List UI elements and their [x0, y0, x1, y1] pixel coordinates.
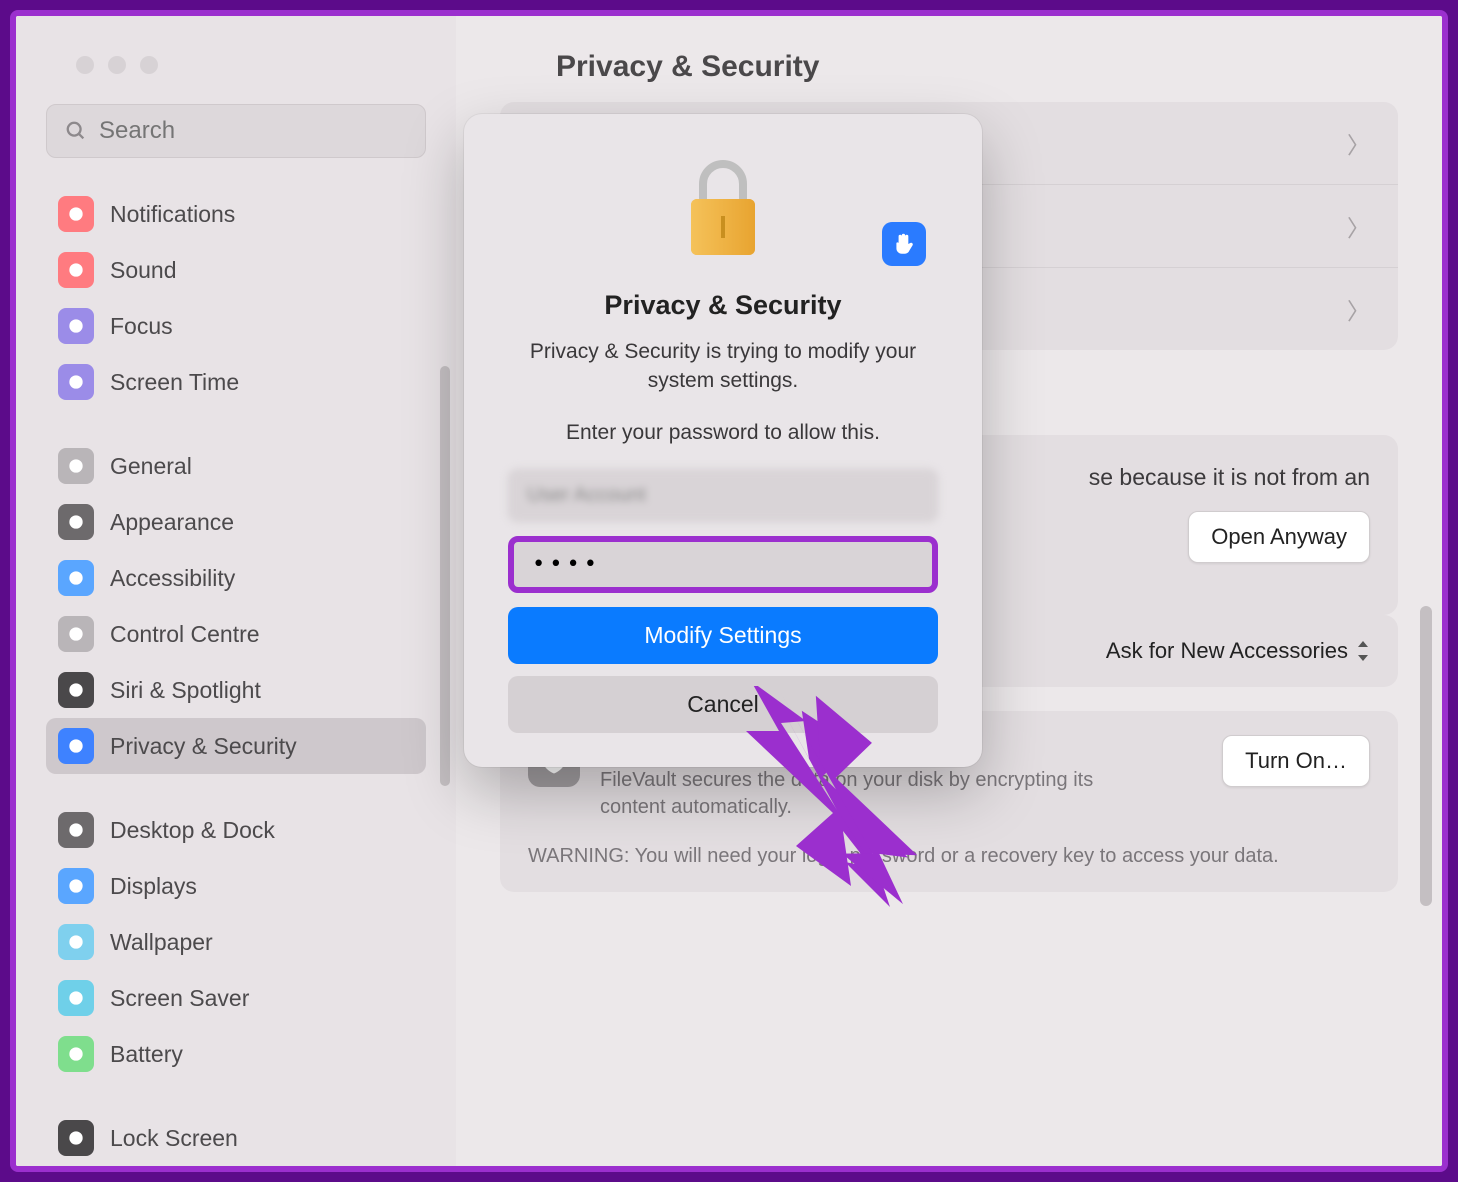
main-scrollbar[interactable]	[1420, 606, 1432, 906]
dock-icon	[58, 812, 94, 848]
lockscreen-icon	[58, 1120, 94, 1156]
flower-icon	[58, 924, 94, 960]
lock-icon	[508, 154, 938, 264]
search-input[interactable]	[99, 117, 407, 145]
filevault-warning: WARNING: You will need your login passwo…	[528, 845, 1370, 868]
modal-prompt: Enter your password to allow this.	[508, 418, 938, 447]
sidebar-item-label: Wallpaper	[110, 929, 213, 956]
chevron-right-icon: 〉	[1347, 126, 1370, 160]
sidebar-item-label: Privacy & Security	[110, 733, 297, 760]
open-anyway-button[interactable]: Open Anyway	[1188, 511, 1370, 563]
auth-modal: Privacy & Security Privacy & Security is…	[464, 114, 982, 767]
sidebar: Notifications Sound Focus Screen Time Genera…	[16, 16, 456, 1166]
sidebar-item-control-centre[interactable]: Control Centre	[46, 606, 426, 662]
sidebar-item-label: Lock Screen	[110, 1125, 238, 1152]
cancel-button[interactable]: Cancel	[508, 676, 938, 733]
sidebar-item-label: Desktop & Dock	[110, 817, 275, 844]
sidebar-item-label: Control Centre	[110, 621, 260, 648]
sidebar-item-accessibility[interactable]: Accessibility	[46, 550, 426, 606]
zoom-window-button[interactable]	[140, 56, 158, 74]
sidebar-item-displays[interactable]: Displays	[46, 858, 426, 914]
sidebar-item-label: Appearance	[110, 509, 234, 536]
moon-icon	[58, 308, 94, 344]
sidebar-item-screen-time[interactable]: Screen Time	[46, 354, 426, 410]
close-window-button[interactable]	[76, 56, 94, 74]
sidebar-item-label: Focus	[110, 313, 173, 340]
sidebar-item-label: General	[110, 453, 192, 480]
modal-message: Privacy & Security is trying to modify y…	[508, 337, 938, 396]
sidebar-item-label: Accessibility	[110, 565, 235, 592]
battery-icon	[58, 1036, 94, 1072]
sidebar-item-battery[interactable]: Battery	[46, 1026, 426, 1082]
sidebar-item-appearance[interactable]: Appearance	[46, 494, 426, 550]
hand-icon	[58, 728, 94, 764]
sidebar-item-label: Screen Saver	[110, 985, 249, 1012]
password-field[interactable]: ••••	[508, 536, 938, 593]
search-icon	[65, 120, 87, 142]
sidebar-scrollbar[interactable]	[440, 366, 450, 786]
speaker-icon	[58, 252, 94, 288]
screensaver-icon	[58, 980, 94, 1016]
appearance-icon	[58, 504, 94, 540]
gear-icon	[58, 448, 94, 484]
sidebar-item-label: Battery	[110, 1041, 183, 1068]
hand-badge-icon	[882, 222, 926, 266]
accessories-select[interactable]: Ask for New Accessories	[1106, 638, 1370, 664]
sidebar-item-screen-saver[interactable]: Screen Saver	[46, 970, 426, 1026]
siri-icon	[58, 672, 94, 708]
brightness-icon	[58, 868, 94, 904]
sidebar-item-label: Sound	[110, 257, 177, 284]
page-title: Privacy & Security	[556, 50, 1392, 84]
sidebar-item-label: Screen Time	[110, 369, 239, 396]
modal-title: Privacy & Security	[508, 290, 938, 321]
switches-icon	[58, 616, 94, 652]
main-header: Privacy & Security	[456, 16, 1442, 102]
sidebar-item-label: Displays	[110, 873, 197, 900]
sidebar-item-notifications[interactable]: Notifications	[46, 186, 426, 242]
sidebar-item-focus[interactable]: Focus	[46, 298, 426, 354]
bell-icon	[58, 196, 94, 232]
filevault-turn-on-button[interactable]: Turn On…	[1222, 735, 1370, 787]
hourglass-icon	[58, 364, 94, 400]
sidebar-item-desktop-dock[interactable]: Desktop & Dock	[46, 802, 426, 858]
sidebar-item-sound[interactable]: Sound	[46, 242, 426, 298]
modify-settings-button[interactable]: Modify Settings	[508, 607, 938, 664]
sidebar-item-siri-spotlight[interactable]: Siri & Spotlight	[46, 662, 426, 718]
window-controls	[46, 36, 426, 104]
chevron-right-icon: 〉	[1347, 209, 1370, 243]
sidebar-item-label: Siri & Spotlight	[110, 677, 261, 704]
filevault-desc: FileVault secures the data on your disk …	[600, 767, 1160, 821]
sidebar-item-label: Notifications	[110, 201, 235, 228]
minimize-window-button[interactable]	[108, 56, 126, 74]
username-field[interactable]: User Account	[508, 469, 938, 522]
search-field[interactable]	[46, 104, 426, 158]
accessibility-icon	[58, 560, 94, 596]
chevron-right-icon: 〉	[1347, 292, 1370, 326]
chevron-updown-icon	[1356, 641, 1370, 661]
sidebar-item-wallpaper[interactable]: Wallpaper	[46, 914, 426, 970]
sidebar-item-privacy-security[interactable]: Privacy & Security	[46, 718, 426, 774]
sidebar-item-general[interactable]: General	[46, 438, 426, 494]
sidebar-item-lock-screen[interactable]: Lock Screen	[46, 1110, 426, 1166]
